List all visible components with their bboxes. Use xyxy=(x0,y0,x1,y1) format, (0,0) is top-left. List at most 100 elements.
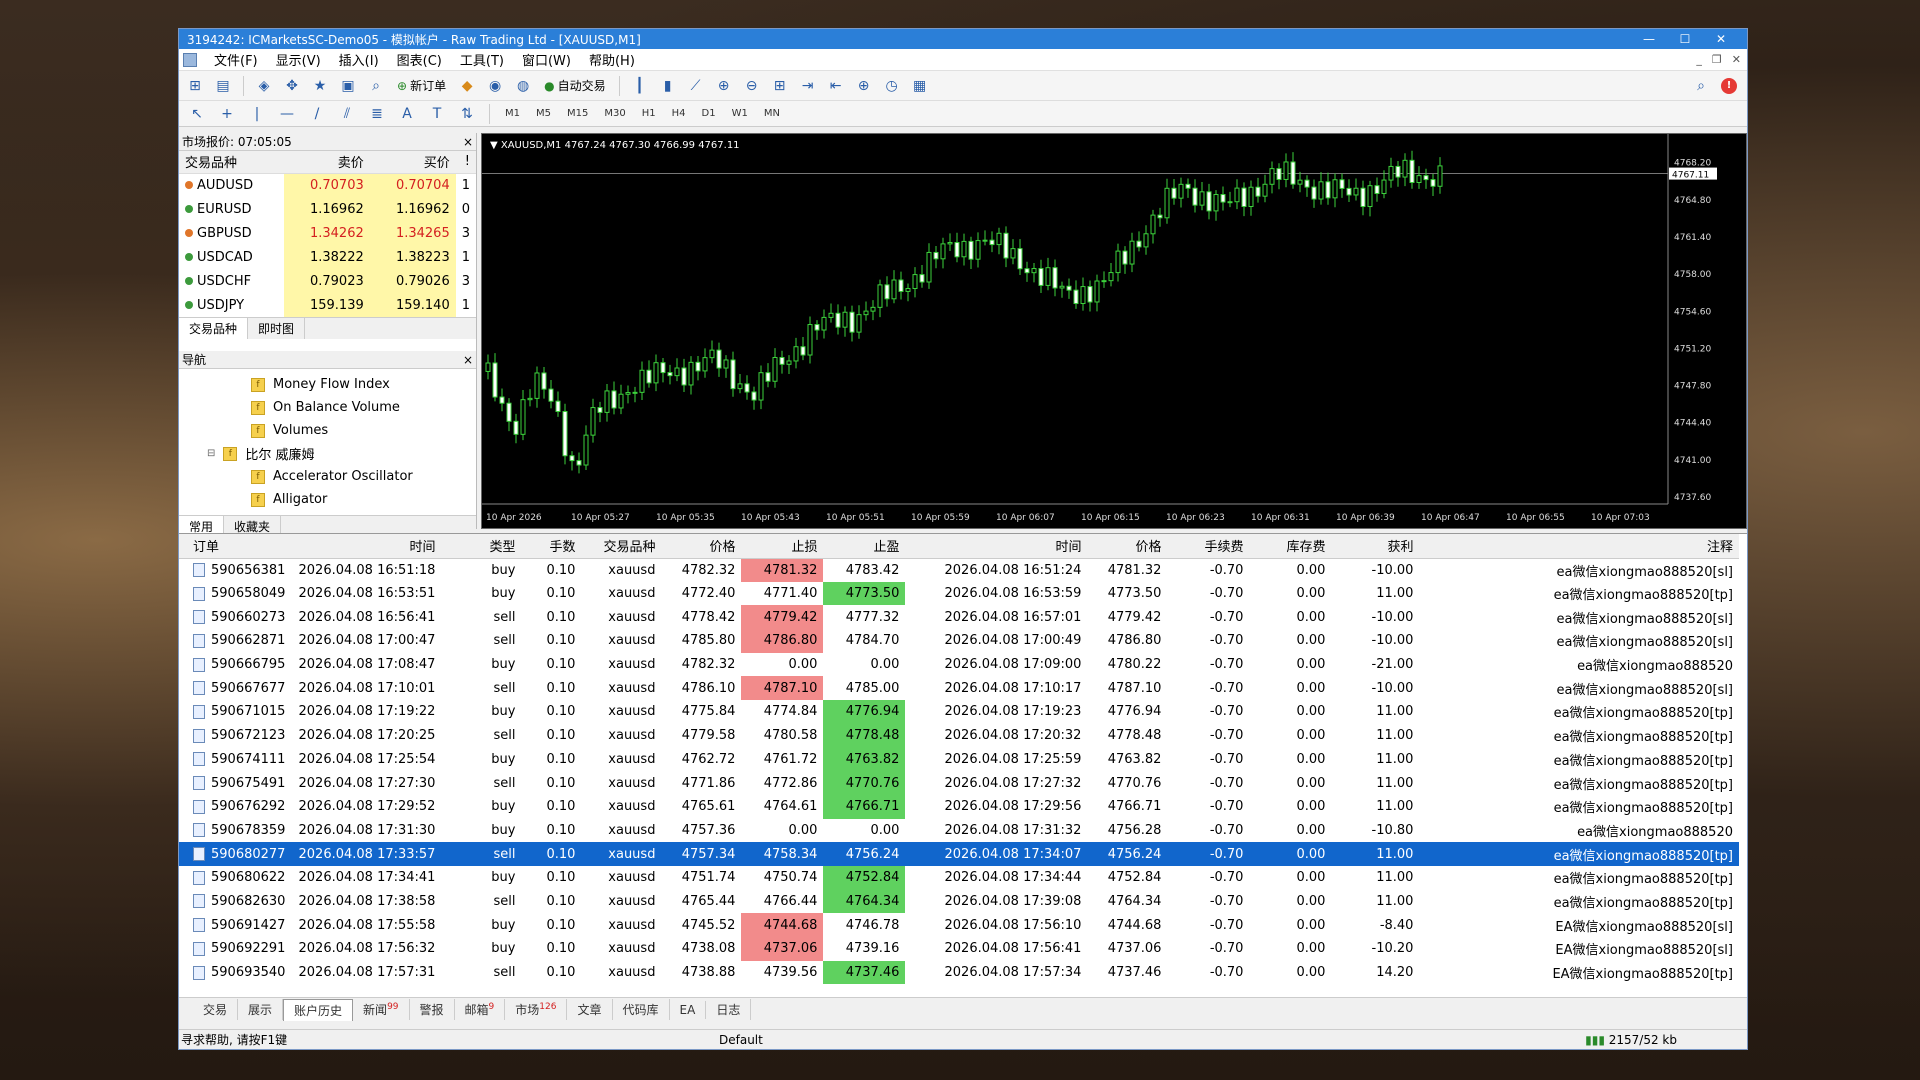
tab-tick-chart[interactable]: 即时图 xyxy=(248,318,306,339)
terminal-tab[interactable]: 市场126 xyxy=(505,999,568,1020)
column-header-order[interactable]: 订单 xyxy=(179,534,292,559)
tab-symbols[interactable]: 交易品种 xyxy=(179,318,249,339)
crosshair-icon[interactable]: + xyxy=(215,103,239,125)
price-chart[interactable]: 4768.20 4764.80 4761.40 4758.00 4754.60 4751.… xyxy=(481,133,1747,529)
menu-file[interactable]: 文件(F) xyxy=(205,50,267,69)
terminal-tab[interactable]: EA xyxy=(670,1000,707,1019)
terminal-tab[interactable]: 交易 xyxy=(193,999,239,1020)
market-watch-row[interactable]: USDJPY 159.139 159.140 1 xyxy=(179,293,476,317)
fibonacci-icon[interactable]: ≣ xyxy=(365,103,389,125)
menu-view[interactable]: 显示(V) xyxy=(267,50,330,69)
channel-icon[interactable]: ⫽ xyxy=(335,103,359,125)
mdi-restore-icon[interactable]: ❐ xyxy=(1712,53,1722,66)
market-watch-row[interactable]: USDCAD 1.38222 1.38223 1 xyxy=(179,245,476,269)
timeframe-m30[interactable]: M30 xyxy=(599,108,630,119)
metaeditor-icon[interactable]: ◆ xyxy=(455,75,479,97)
menu-tools[interactable]: 工具(T) xyxy=(451,50,513,69)
history-row[interactable]: 590658049 2026.04.08 16:53:51 buy 0.10 xauus… xyxy=(179,581,1739,606)
navigator-indicator[interactable]: f On Balance Volume xyxy=(179,396,476,419)
search-icon[interactable]: ⌕ xyxy=(1689,75,1713,97)
history-row[interactable]: 590660273 2026.04.08 16:56:41 sell 0.10 xauu… xyxy=(179,605,1739,630)
candlestick-chart[interactable]: 4768.20 4764.80 4761.40 4758.00 4754.60 4751.… xyxy=(482,134,1746,528)
minimize-button[interactable]: — xyxy=(1631,32,1667,46)
column-header-tp[interactable]: 止盈 xyxy=(823,534,906,559)
trendline-icon[interactable]: / xyxy=(305,103,329,125)
vertical-line-icon[interactable]: | xyxy=(245,103,269,125)
history-row[interactable]: 590666795 2026.04.08 17:08:47 buy 0.10 xauus… xyxy=(179,653,1739,677)
terminal-tab[interactable]: 新闻99 xyxy=(353,999,410,1020)
terminal-tab[interactable]: 邮箱9 xyxy=(455,999,506,1020)
terminal-tab[interactable]: 代码库 xyxy=(613,999,670,1020)
history-row[interactable]: 590680277 2026.04.08 17:33:57 sell 0.10 xauu… xyxy=(179,842,1739,866)
column-header-lots[interactable]: 手数 xyxy=(521,534,582,559)
text-label-icon[interactable]: T xyxy=(425,103,449,125)
column-header-type[interactable]: 类型 xyxy=(441,534,522,559)
horizontal-line-icon[interactable]: — xyxy=(275,103,299,125)
market-watch-icon[interactable]: ◈ xyxy=(252,75,276,97)
cursor-icon[interactable]: ↖ xyxy=(185,103,209,125)
menu-window[interactable]: 窗口(W) xyxy=(513,50,580,69)
terminal-tab[interactable]: 文章 xyxy=(567,999,613,1020)
timeframe-m1[interactable]: M1 xyxy=(500,108,525,119)
history-row[interactable]: 590693540 2026.04.08 17:57:31 sell 0.10 xauu… xyxy=(179,960,1739,985)
arrows-icon[interactable]: ⇅ xyxy=(455,103,479,125)
mdi-close-icon[interactable]: ✕ xyxy=(1732,53,1741,66)
history-row[interactable]: 590691427 2026.04.08 17:55:58 buy 0.10 xauus… xyxy=(179,913,1739,937)
history-row[interactable]: 590662871 2026.04.08 17:00:47 sell 0.10 xauu… xyxy=(179,629,1739,653)
tile-windows-icon[interactable]: ⊞ xyxy=(768,75,792,97)
indicators-icon[interactable]: ⊕ xyxy=(852,75,876,97)
strategy-tester-icon[interactable]: ⌕ xyxy=(364,75,388,97)
column-header-sl[interactable]: 止损 xyxy=(741,534,824,559)
navigator-indicator[interactable]: f Volumes xyxy=(179,419,476,442)
column-header-profit[interactable]: 获利 xyxy=(1331,534,1420,559)
history-row[interactable]: 590682630 2026.04.08 17:38:58 sell 0.10 xauu… xyxy=(179,889,1739,914)
navigator-group[interactable]: ⊟ f 比尔 威廉姆 xyxy=(179,442,476,465)
vps-icon[interactable]: ◍ xyxy=(511,75,535,97)
market-watch-row[interactable]: GBPUSD 1.34262 1.34265 3 xyxy=(179,221,476,245)
templates-icon[interactable]: ▦ xyxy=(908,75,932,97)
history-row[interactable]: 590674111 2026.04.08 17:25:54 buy 0.10 xauus… xyxy=(179,747,1739,772)
column-header-close-time[interactable]: 时间 xyxy=(905,534,1088,559)
notification-icon[interactable]: ! xyxy=(1721,77,1737,94)
timeframe-d1[interactable]: D1 xyxy=(697,108,721,119)
history-row[interactable]: 590672123 2026.04.08 17:20:25 sell 0.10 xauu… xyxy=(179,723,1739,748)
close-button[interactable]: ✕ xyxy=(1703,32,1739,46)
history-row[interactable]: 590692291 2026.04.08 17:56:32 buy 0.10 xauus… xyxy=(179,937,1739,961)
timeframe-w1[interactable]: W1 xyxy=(727,108,753,119)
market-watch-row[interactable]: USDCHF 0.79023 0.79026 3 xyxy=(179,269,476,293)
navigator-icon[interactable]: ★ xyxy=(308,75,332,97)
market-watch-row[interactable]: EURUSD 1.16962 1.16962 0 xyxy=(179,197,476,221)
terminal-tab[interactable]: 日志 xyxy=(706,999,752,1020)
column-header[interactable]: 买价 xyxy=(369,151,456,174)
terminal-tab[interactable]: 账户历史 xyxy=(283,998,354,1021)
data-window-icon[interactable]: ✥ xyxy=(280,75,304,97)
history-row[interactable]: 590671015 2026.04.08 17:19:22 buy 0.10 xauus… xyxy=(179,700,1739,724)
terminal-icon[interactable]: ▣ xyxy=(336,75,360,97)
column-header-comment[interactable]: 注释 xyxy=(1419,534,1739,559)
history-row[interactable]: 590678359 2026.04.08 17:31:30 buy 0.10 xauus… xyxy=(179,819,1739,843)
column-header-close-price[interactable]: 价格 xyxy=(1087,534,1168,559)
timeframe-m15[interactable]: M15 xyxy=(562,108,593,119)
column-header-symbol[interactable]: 交易品种 xyxy=(581,534,662,559)
new-order-button[interactable]: ⊕ 新订单 xyxy=(392,75,451,97)
terminal-tab[interactable]: 警报 xyxy=(410,999,455,1020)
line-chart-icon[interactable]: ⟋ xyxy=(684,75,708,97)
column-header-swap[interactable]: 库存费 xyxy=(1249,534,1332,559)
signals-icon[interactable]: ◉ xyxy=(483,75,507,97)
timeframe-m5[interactable]: M5 xyxy=(531,108,556,119)
candlestick-icon[interactable]: ▮ xyxy=(656,75,680,97)
zoom-in-icon[interactable]: ⊕ xyxy=(712,75,736,97)
history-row[interactable]: 590656381 2026.04.08 16:51:18 buy 0.10 xauus… xyxy=(179,558,1739,582)
menu-charts[interactable]: 图表(C) xyxy=(388,50,451,69)
expand-icon[interactable]: ⊟ xyxy=(207,448,215,459)
text-icon[interactable]: A xyxy=(395,103,419,125)
history-row[interactable]: 590675491 2026.04.08 17:27:30 sell 0.10 xauu… xyxy=(179,771,1739,795)
new-chart-icon[interactable]: ⊞ xyxy=(183,75,207,97)
column-header-price[interactable]: 价格 xyxy=(661,534,742,559)
history-row[interactable]: 590667677 2026.04.08 17:10:01 sell 0.10 xauu… xyxy=(179,676,1739,701)
column-header-time[interactable]: 时间 xyxy=(291,534,442,559)
close-icon[interactable]: × xyxy=(463,353,473,367)
terminal-tab[interactable]: 展示 xyxy=(238,999,284,1020)
timeframe-h1[interactable]: H1 xyxy=(637,108,661,119)
column-header[interactable]: 交易品种 xyxy=(179,151,284,174)
